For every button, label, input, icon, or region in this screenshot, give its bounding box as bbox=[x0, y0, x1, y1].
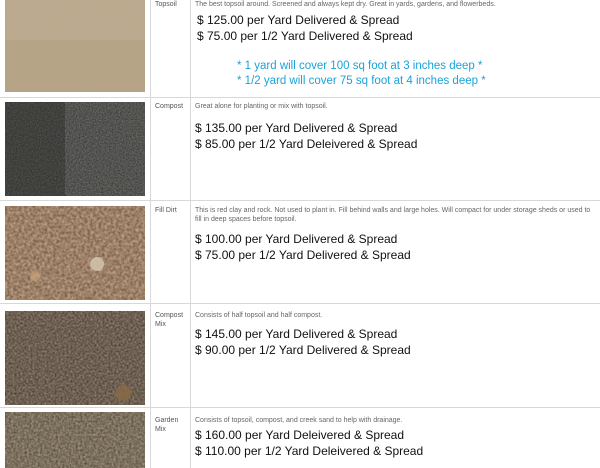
price-per-half-yard: $ 85.00 per 1/2 Yard Deleivered & Spread bbox=[195, 137, 418, 151]
compost-mix-image bbox=[5, 311, 145, 405]
price-per-yard: $ 160.00 per Yard Deleivered & Spread bbox=[195, 428, 405, 442]
price-per-yard: $ 135.00 per Yard Delivered & Spread bbox=[195, 121, 398, 135]
product-name: Compost Mix bbox=[155, 312, 184, 328]
price-per-yard: $ 125.00 per Yard Delivered & Spread bbox=[197, 13, 400, 27]
product-description: The best topsoil around. Screened and al… bbox=[195, 1, 496, 8]
product-description: Great alone for planting or mix with top… bbox=[195, 103, 328, 110]
price-per-half-yard: $ 90.00 per 1/2 Yard Delivered & Spread bbox=[195, 343, 411, 357]
product-row-fill-dirt: Fill Dirt This is red clay and rock. Not… bbox=[0, 200, 600, 303]
price-per-yard: $ 100.00 per Yard Delivered & Spread bbox=[195, 232, 398, 246]
product-name: Topsoil bbox=[155, 1, 177, 8]
product-description: Consists of topsoil, compost, and creek … bbox=[195, 417, 403, 424]
coverage-note: * 1 yard will cover 100 sq foot at 3 inc… bbox=[237, 60, 483, 72]
topsoil-image bbox=[5, 0, 145, 92]
product-row-compost-mix: Compost Mix Consists of half topsoil and… bbox=[0, 303, 600, 407]
compost-image bbox=[5, 102, 145, 196]
coverage-note: * 1/2 yard will cover 75 sq foot at 4 in… bbox=[237, 75, 486, 87]
product-description: This is red clay and rock. Not used to p… bbox=[195, 207, 591, 223]
garden-mix-image bbox=[5, 412, 145, 468]
price-per-yard: $ 145.00 per Yard Delivered & Spread bbox=[195, 327, 398, 341]
product-name: Compost bbox=[155, 103, 184, 110]
product-name: Fill Dirt bbox=[155, 207, 177, 214]
price-per-half-yard: $ 75.00 per 1/2 Yard Delivered & Spread bbox=[197, 29, 413, 43]
product-row-garden-mix: Garden Mix Consists of topsoil, compost,… bbox=[0, 407, 600, 468]
product-table: Topsoil The best topsoil around. Screene… bbox=[0, 0, 600, 468]
product-name: Garden Mix bbox=[155, 417, 179, 433]
fill-dirt-image bbox=[5, 206, 145, 300]
price-per-half-yard: $ 110.00 per 1/2 Yard Deleivered & Sprea… bbox=[195, 444, 424, 458]
product-row-topsoil: Topsoil The best topsoil around. Screene… bbox=[0, 0, 600, 97]
product-row-compost: Compost Great alone for planting or mix … bbox=[0, 97, 600, 200]
price-per-half-yard: $ 75.00 per 1/2 Yard Delivered & Spread bbox=[195, 248, 411, 262]
product-description: Consists of half topsoil and half compos… bbox=[195, 312, 323, 319]
